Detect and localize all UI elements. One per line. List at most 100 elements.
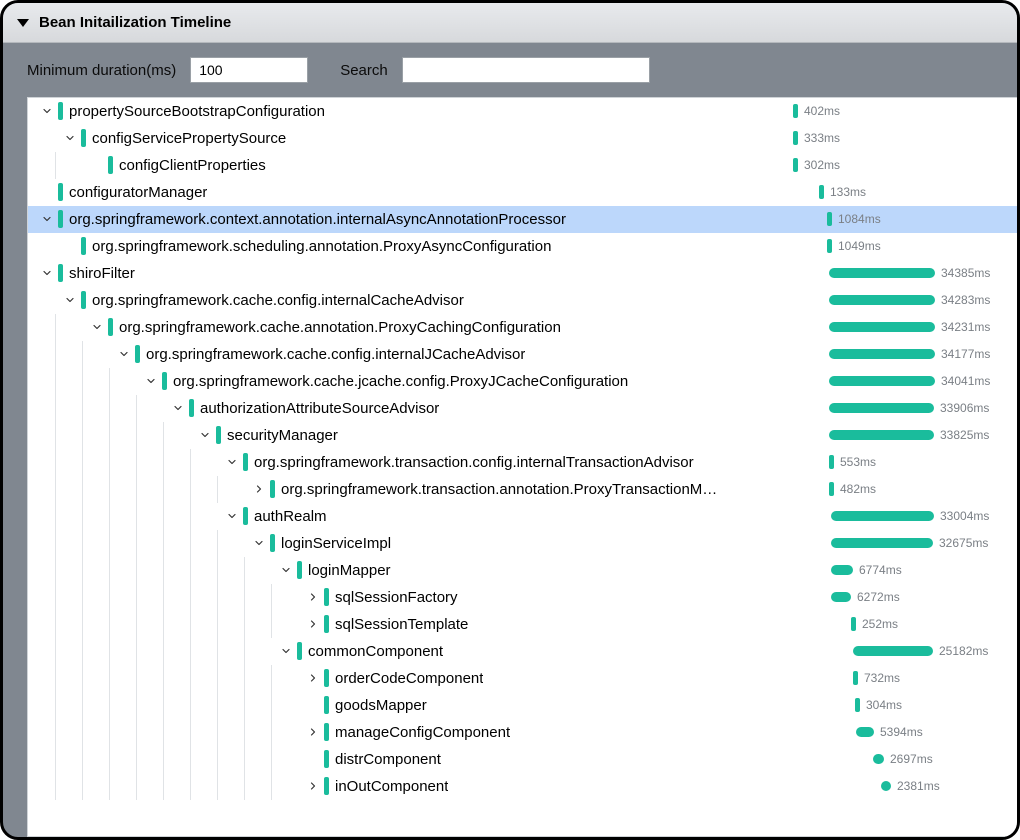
tree-row[interactable]: manageConfigComponent 5394ms	[28, 719, 1017, 746]
bean-name: manageConfigComponent	[335, 724, 510, 741]
tree-row[interactable]: configClientProperties302ms	[28, 152, 1017, 179]
tree-row[interactable]: configuratorManager133ms	[28, 179, 1017, 206]
tree-row[interactable]: authorizationAttributeSourceAdvisor33906…	[28, 395, 1017, 422]
tree-row[interactable]: org.springframework.transaction.config.i…	[28, 449, 1017, 476]
collapse-arrow[interactable]	[38, 264, 56, 282]
collapse-arrow[interactable]	[223, 507, 241, 525]
tree-row[interactable]: goodsMapper304ms	[28, 692, 1017, 719]
indent-guide	[217, 665, 244, 692]
duration-bar	[831, 565, 853, 575]
bean-tick-icon	[324, 615, 329, 633]
indent-guide	[163, 449, 190, 476]
bean-tick-icon	[324, 696, 329, 714]
bean-name: org.springframework.cache.config.interna…	[92, 292, 464, 309]
expand-arrow[interactable]	[250, 480, 268, 498]
tree-row[interactable]: commonComponent25182ms	[28, 638, 1017, 665]
collapse-arrow[interactable]	[38, 210, 56, 228]
collapse-arrow[interactable]	[250, 534, 268, 552]
indent-guide	[28, 557, 55, 584]
tree-row[interactable]: org.springframework.cache.annotation.Pro…	[28, 314, 1017, 341]
indent-guide	[55, 341, 82, 368]
expand-arrow[interactable]	[304, 777, 322, 795]
chevron-down-icon	[91, 321, 103, 333]
duration-label: 732ms	[864, 671, 900, 685]
duration-label: 5394ms	[880, 725, 923, 739]
collapse-arrow[interactable]	[61, 129, 79, 147]
collapse-arrow[interactable]	[277, 561, 295, 579]
tree-row[interactable]: loginServiceImpl32675ms	[28, 530, 1017, 557]
collapse-arrow[interactable]	[196, 426, 214, 444]
collapse-arrow[interactable]	[142, 372, 160, 390]
tree-row[interactable]: loginMapper6774ms	[28, 557, 1017, 584]
bean-tick-icon	[324, 750, 329, 768]
tree-row[interactable]: sqlSessionTemplate252ms	[28, 611, 1017, 638]
collapse-arrow[interactable]	[88, 318, 106, 336]
indent-guide	[136, 611, 163, 638]
search-input[interactable]	[402, 57, 650, 83]
duration-label: 133ms	[830, 185, 866, 199]
indent-guide	[109, 503, 136, 530]
panel-header[interactable]: Bean Initailization Timeline	[3, 3, 1017, 43]
collapse-arrow[interactable]	[223, 453, 241, 471]
tree-row[interactable]: org.springframework.cache.jcache.config.…	[28, 368, 1017, 395]
indent-guide	[55, 395, 82, 422]
indent-guide	[217, 584, 244, 611]
indent-guide	[217, 530, 244, 557]
tree-row-name-col: loginMapper	[28, 557, 793, 584]
collapse-arrow[interactable]	[38, 102, 56, 120]
bean-name: securityManager	[227, 427, 338, 444]
tree-row[interactable]: org.springframework.context.annotation.i…	[28, 206, 1017, 233]
indent-guide	[28, 368, 55, 395]
tree-row[interactable]: org.springframework.scheduling.annotatio…	[28, 233, 1017, 260]
bean-name: org.springframework.transaction.annotati…	[281, 481, 717, 498]
duration-bar	[831, 592, 851, 602]
indent-guide	[109, 368, 136, 395]
tree-row[interactable]: distrComponent2697ms	[28, 746, 1017, 773]
chevron-down-icon	[145, 375, 157, 387]
collapse-arrow[interactable]	[61, 291, 79, 309]
tree-row-name-col: org.springframework.cache.config.interna…	[28, 287, 793, 314]
indent-guide	[136, 530, 163, 557]
tree-row[interactable]: propertySourceBootstrapConfiguration402m…	[28, 98, 1017, 125]
chevron-right-icon	[307, 672, 319, 684]
indent-guide	[244, 773, 271, 800]
tree-row[interactable]: org.springframework.cache.config.interna…	[28, 287, 1017, 314]
tree-row[interactable]: orderCodeComponent732ms	[28, 665, 1017, 692]
min-duration-label: Minimum duration(ms)	[27, 62, 176, 79]
indent-guide	[55, 773, 82, 800]
filter-bar: Minimum duration(ms) Search	[3, 43, 1017, 97]
tree-row[interactable]: securityManager33825ms	[28, 422, 1017, 449]
bean-name: configClientProperties	[119, 157, 266, 174]
tree-row[interactable]: org.springframework.cache.config.interna…	[28, 341, 1017, 368]
indent-guide	[55, 665, 82, 692]
expand-arrow[interactable]	[304, 669, 322, 687]
expand-arrow[interactable]	[304, 615, 322, 633]
bean-tick-icon	[58, 183, 63, 201]
bean-tree[interactable]: propertySourceBootstrapConfiguration402m…	[27, 97, 1017, 837]
bean-name: commonComponent	[308, 643, 443, 660]
tree-row[interactable]: shiroFilter34385ms	[28, 260, 1017, 287]
collapse-arrow[interactable]	[115, 345, 133, 363]
tree-row[interactable]: configServicePropertySource333ms	[28, 125, 1017, 152]
tree-row[interactable]: org.springframework.transaction.annotati…	[28, 476, 1017, 503]
min-duration-input[interactable]	[190, 57, 308, 83]
duration-bar-cell: 33004ms	[793, 503, 1017, 530]
collapse-arrow[interactable]	[277, 642, 295, 660]
duration-bar	[873, 754, 884, 764]
collapse-triangle-icon[interactable]	[17, 19, 29, 27]
tree-row[interactable]: inOutComponent2381ms	[28, 773, 1017, 800]
indent-guide	[136, 557, 163, 584]
indent-guide	[28, 665, 55, 692]
indent-guide	[136, 746, 163, 773]
indent-guide	[82, 719, 109, 746]
collapse-arrow[interactable]	[169, 399, 187, 417]
indent-guide	[136, 692, 163, 719]
expand-arrow[interactable]	[304, 588, 322, 606]
bean-tick-icon	[58, 102, 63, 120]
tree-row[interactable]: authRealm33004ms	[28, 503, 1017, 530]
expand-arrow[interactable]	[304, 723, 322, 741]
duration-bar-cell: 333ms	[793, 125, 1017, 152]
tree-row[interactable]: sqlSessionFactory6272ms	[28, 584, 1017, 611]
indent-guide	[163, 665, 190, 692]
duration-bar	[829, 455, 834, 469]
